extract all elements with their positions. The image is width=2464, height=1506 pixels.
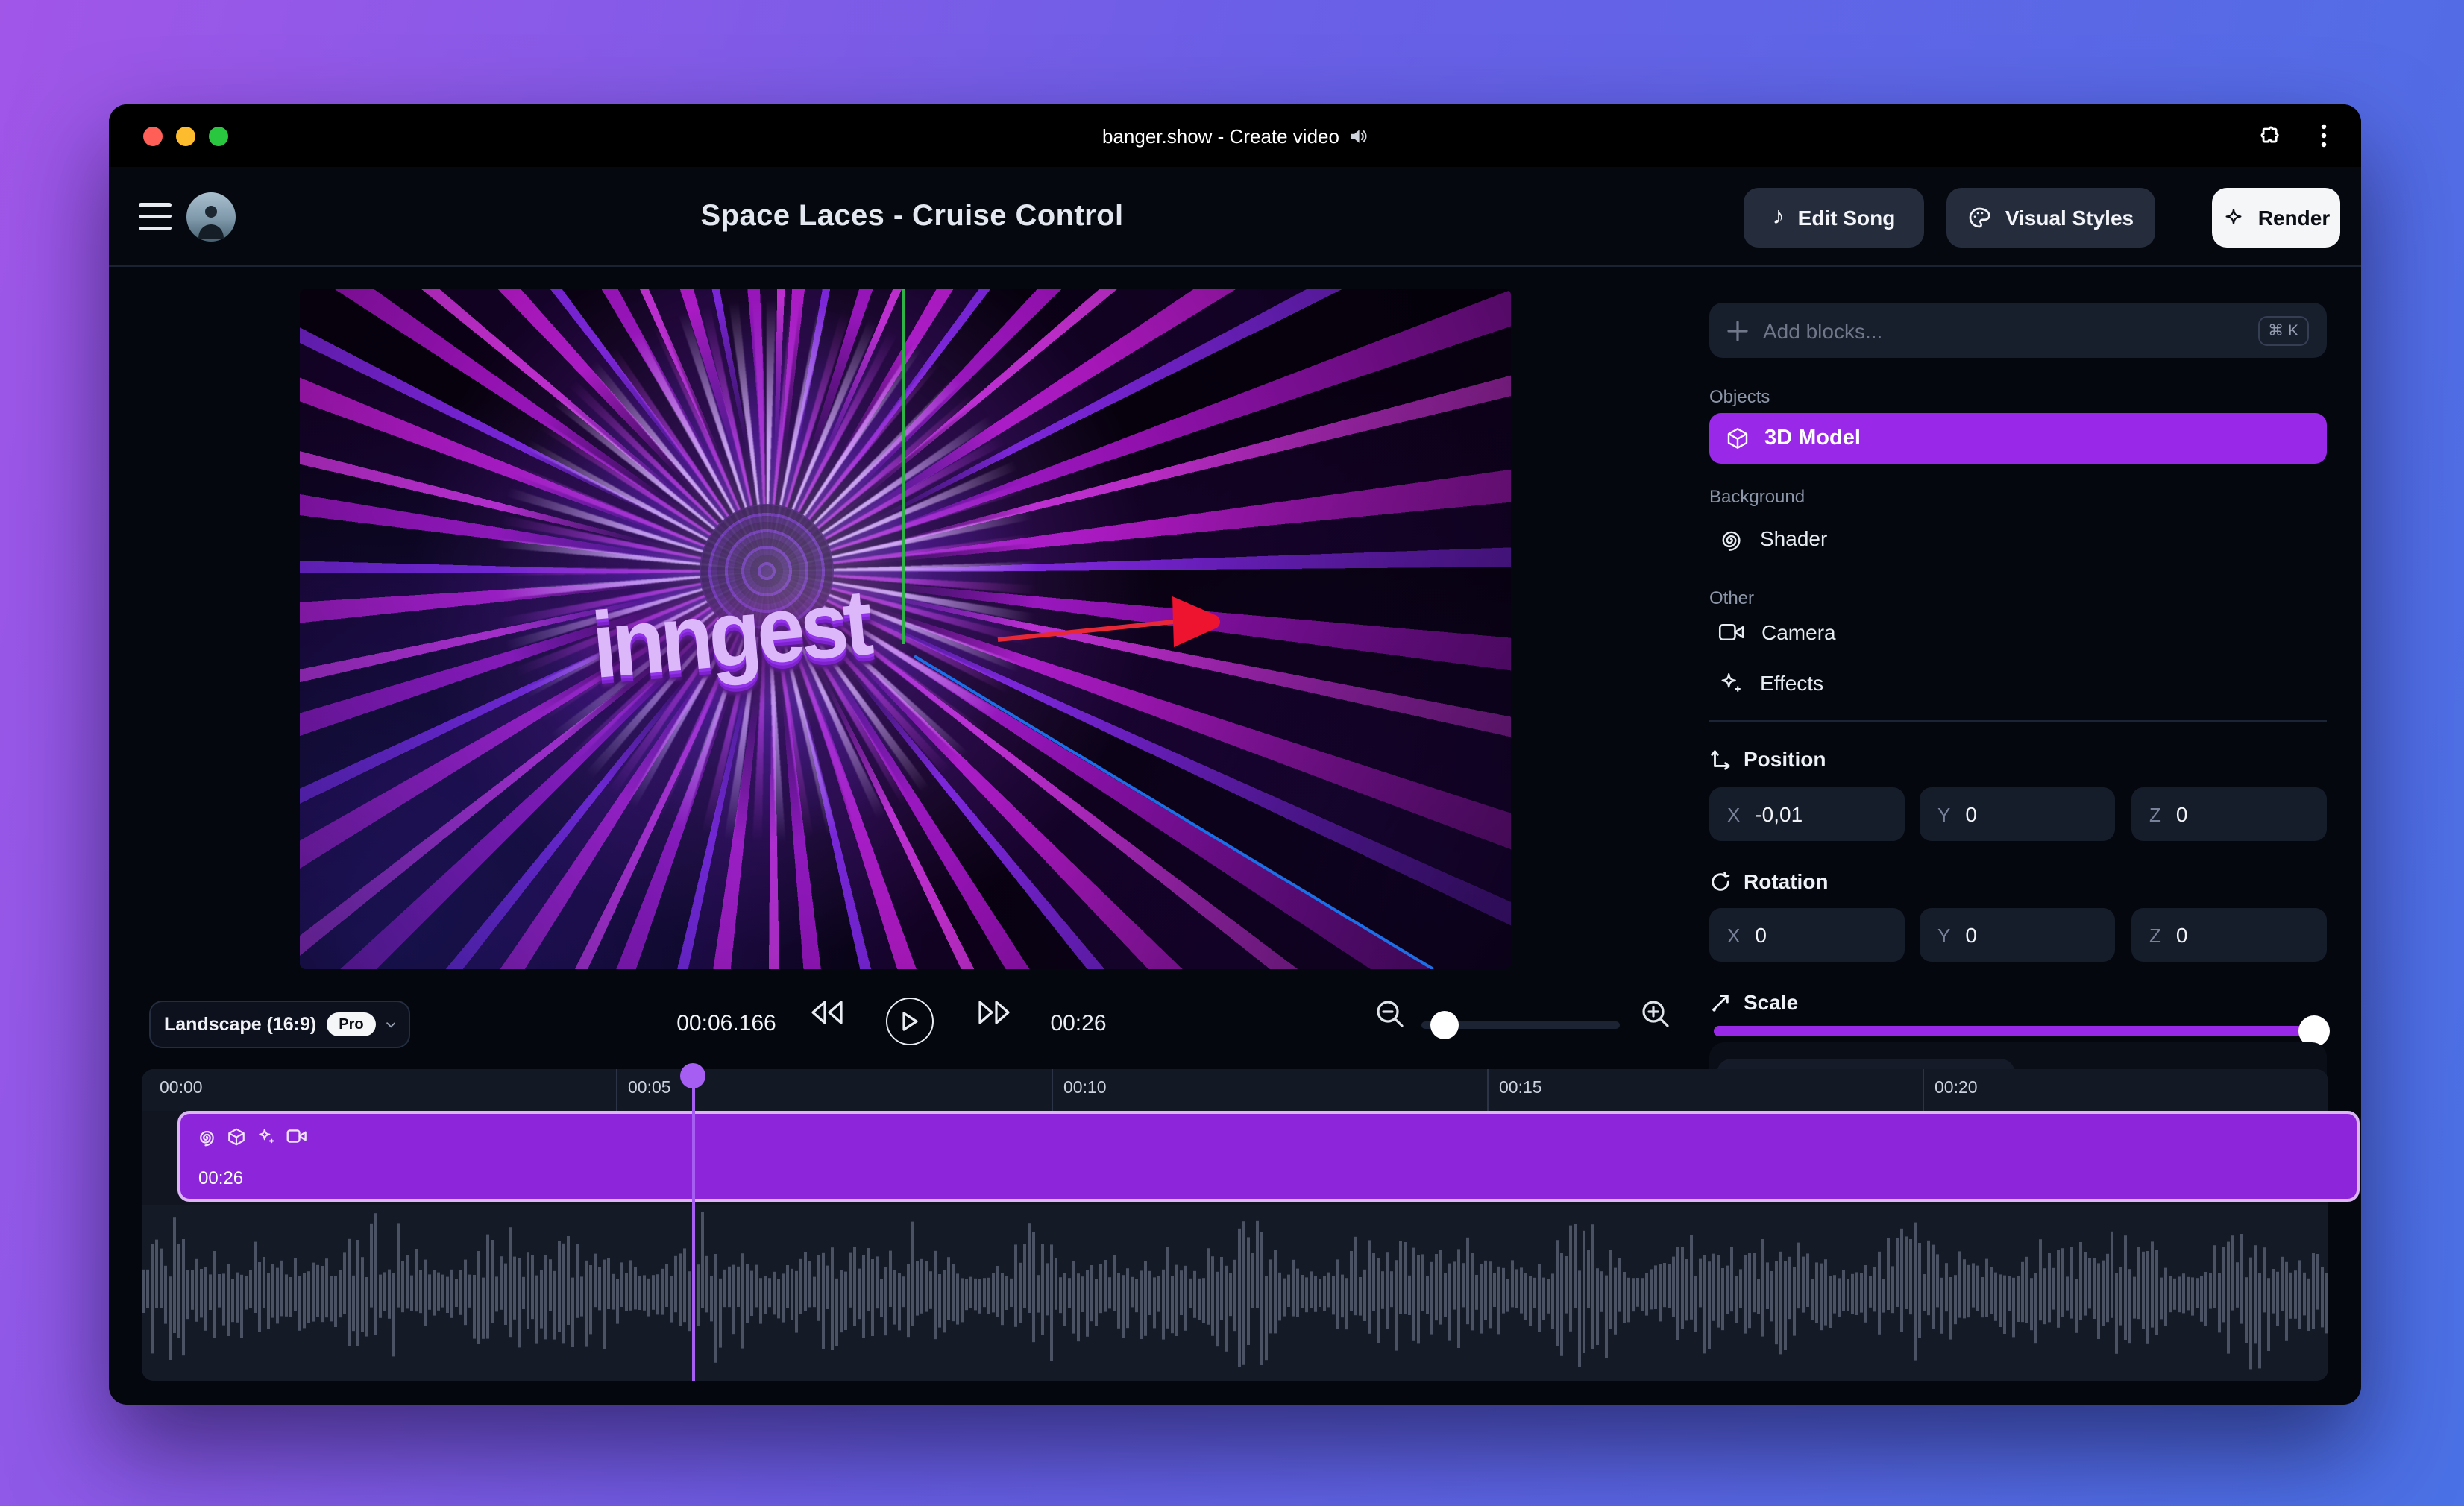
fast-forward-button[interactable] — [975, 998, 1014, 1027]
render-label: Render — [2257, 206, 2331, 230]
block-camera-label: Camera — [1761, 620, 1836, 644]
background-section-label: Background — [1709, 486, 1805, 507]
ruler-gridline — [1923, 1069, 1924, 1111]
sidebar-divider — [1709, 720, 2327, 722]
play-button[interactable] — [886, 998, 934, 1045]
titlebar: banger.show - Create video — [109, 104, 2361, 167]
rotation-icon — [1712, 871, 1730, 890]
sparkle-icon — [2222, 207, 2245, 229]
objects-section-label: Objects — [1709, 386, 1770, 407]
waveform-bars — [142, 1212, 2328, 1370]
video-preview[interactable]: inngest — [300, 289, 1511, 969]
block-3d-model-label: 3D Model — [1764, 426, 1861, 450]
block-effects[interactable]: Effects — [1718, 662, 1823, 704]
music-note-icon: ♪ — [1772, 204, 1785, 230]
browser-menu-icon[interactable] — [2313, 124, 2334, 148]
edit-song-label: Edit Song — [1797, 206, 1896, 230]
zoom-out-button[interactable] — [1374, 998, 1407, 1030]
sparkles-icon — [1721, 672, 1741, 691]
speaker-icon — [1348, 126, 1368, 145]
ruler-label: 00:00 — [160, 1080, 203, 1097]
position-x-input[interactable]: X -0,01 — [1709, 787, 1905, 841]
rewind-button[interactable] — [807, 998, 846, 1027]
chevron-down-icon — [386, 1021, 395, 1027]
playhead-handle[interactable] — [680, 1063, 705, 1088]
block-3d-model[interactable]: 3D Model — [1709, 413, 2327, 464]
spiral-icon — [1722, 530, 1741, 550]
ruler-label: 00:10 — [1063, 1080, 1107, 1097]
aspect-ratio-label: Landscape (16:9) — [164, 1014, 317, 1035]
desktop-background: banger.show - Create video Space Laces - — [0, 0, 2464, 1506]
play-icon — [886, 998, 934, 1045]
position-axes-icon — [1711, 749, 1730, 769]
window-title-text: banger.show - Create video — [1102, 125, 1339, 147]
ruler-label: 00:15 — [1499, 1080, 1542, 1097]
waveform — [142, 1205, 2328, 1381]
gizmo-z-axis — [913, 655, 1435, 969]
timeline-zoom-handle[interactable] — [1430, 1011, 1459, 1039]
ruler-label: 00:05 — [628, 1080, 671, 1097]
timeline-clip[interactable]: 00:26 — [177, 1111, 2360, 1202]
edit-song-button[interactable]: ♪ Edit Song — [1744, 188, 1924, 248]
scale-slider[interactable] — [1714, 1026, 2328, 1036]
other-section-label: Other — [1709, 587, 1755, 608]
camera-icon — [286, 1130, 307, 1143]
position-section-header: Position — [1709, 744, 1826, 774]
clip-block-icons — [197, 1127, 307, 1147]
palette-icon — [1968, 206, 1992, 230]
window-title: banger.show - Create video — [109, 104, 2361, 167]
block-camera[interactable]: Camera — [1718, 611, 1836, 653]
spiral-icon — [200, 1131, 214, 1147]
visual-styles-button[interactable]: Visual Styles — [1946, 188, 2155, 248]
ruler-gridline — [616, 1069, 617, 1111]
rotation-section-header: Rotation — [1709, 866, 1829, 896]
cube-icon — [228, 1128, 245, 1146]
add-blocks-input[interactable]: Add blocks... ⌘ K — [1709, 303, 2327, 358]
app-window: banger.show - Create video Space Laces - — [109, 104, 2361, 1405]
ruler-gridline — [1487, 1069, 1489, 1111]
scale-section-header: Scale — [1709, 987, 1798, 1017]
pro-badge: Pro — [327, 1012, 376, 1036]
position-z-input[interactable]: Z 0 — [2131, 787, 2327, 841]
ruler-gridline — [1052, 1069, 1053, 1111]
rotation-y-input[interactable]: Y 0 — [1920, 908, 2115, 962]
page-title: Space Laces - Cruise Control — [700, 200, 1124, 233]
transform-gizmo[interactable] — [300, 289, 1511, 969]
block-effects-label: Effects — [1760, 671, 1824, 695]
rotation-z-input[interactable]: Z 0 — [2131, 908, 2327, 962]
block-shader-label: Shader — [1760, 526, 1828, 550]
position-y-input[interactable]: Y 0 — [1920, 787, 2115, 841]
clip-duration-label: 00:26 — [198, 1168, 244, 1188]
cube-icon — [1727, 428, 1748, 449]
ruler-label: 00:20 — [1935, 1080, 1978, 1097]
gizmo-x-arrowhead — [1172, 596, 1220, 647]
render-button[interactable]: Render — [2212, 188, 2340, 248]
command-k-shortcut: ⌘ K — [2257, 315, 2309, 345]
timeline-ruler[interactable]: 00:00 00:05 00:10 00:15 00:20 — [142, 1069, 2328, 1111]
sparkles-icon — [259, 1129, 274, 1144]
rotation-x-input[interactable]: X 0 — [1709, 908, 1905, 962]
total-duration: 00:26 — [1050, 1011, 1107, 1036]
current-time: 00:06.166 — [676, 1011, 776, 1036]
plus-icon — [1727, 320, 1748, 341]
app-header: Space Laces - Cruise Control ♪ Edit Song… — [109, 167, 2361, 267]
add-blocks-placeholder: Add blocks... — [1763, 318, 1883, 342]
visual-styles-label: Visual Styles — [2005, 206, 2134, 230]
timeline[interactable]: 00:00 00:05 00:10 00:15 00:20 00:26 — [142, 1063, 2360, 1381]
zoom-in-button[interactable] — [1639, 998, 1672, 1030]
playhead-line[interactable] — [692, 1077, 695, 1381]
extensions-icon[interactable] — [2258, 123, 2284, 148]
aspect-ratio-selector[interactable]: Landscape (16:9) Pro — [149, 1001, 410, 1048]
camera-icon — [1718, 623, 1744, 641]
gizmo-x-axis — [997, 620, 1175, 642]
block-shader[interactable]: Shader — [1718, 517, 1827, 559]
scale-icon — [1712, 994, 1729, 1011]
